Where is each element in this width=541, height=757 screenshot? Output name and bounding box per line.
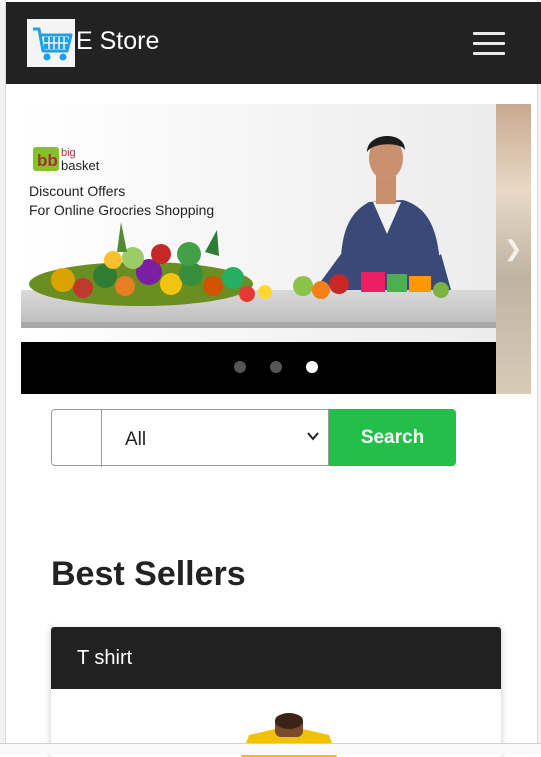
banner-brand-line2: basket: [61, 158, 100, 173]
window-left-edge: [0, 0, 6, 755]
banner-headline: Discount Offers: [29, 183, 125, 199]
carousel-caption-bar: [21, 342, 496, 394]
search-button[interactable]: Search: [329, 409, 456, 466]
search-form: All: [51, 409, 329, 467]
hamburger-menu-icon[interactable]: [469, 28, 511, 60]
chevron-right-icon: ❯: [504, 236, 523, 261]
banner-carousel[interactable]: bb big basket Discount Offers For Online…: [21, 104, 496, 394]
carousel-indicator-3[interactable]: [306, 361, 318, 373]
brand-name[interactable]: E Store: [76, 26, 159, 56]
section-title: Best Sellers: [51, 555, 246, 593]
banner-subheadline: For Online Grocries Shopping: [29, 202, 214, 218]
category-select[interactable]: All: [125, 429, 146, 451]
product-name[interactable]: T shirt: [77, 647, 132, 670]
carousel-indicator-1[interactable]: [234, 361, 246, 373]
bottom-edge: [0, 743, 541, 755]
carousel-next-button[interactable]: ❯: [496, 104, 531, 394]
search-input[interactable]: [52, 410, 102, 467]
window-right-edge: [537, 0, 541, 755]
shopping-cart-icon: [33, 27, 73, 61]
logo[interactable]: [27, 19, 75, 67]
chevron-down-icon[interactable]: [306, 429, 320, 443]
product-card[interactable]: T shirt: [51, 627, 501, 757]
product-card-header: T shirt: [51, 627, 501, 689]
banner-image[interactable]: bb big basket Discount Offers For Online…: [21, 104, 496, 342]
navbar: E Store: [6, 2, 541, 84]
svg-text:bb: bb: [37, 151, 58, 170]
carousel-indicator-2[interactable]: [270, 361, 282, 373]
